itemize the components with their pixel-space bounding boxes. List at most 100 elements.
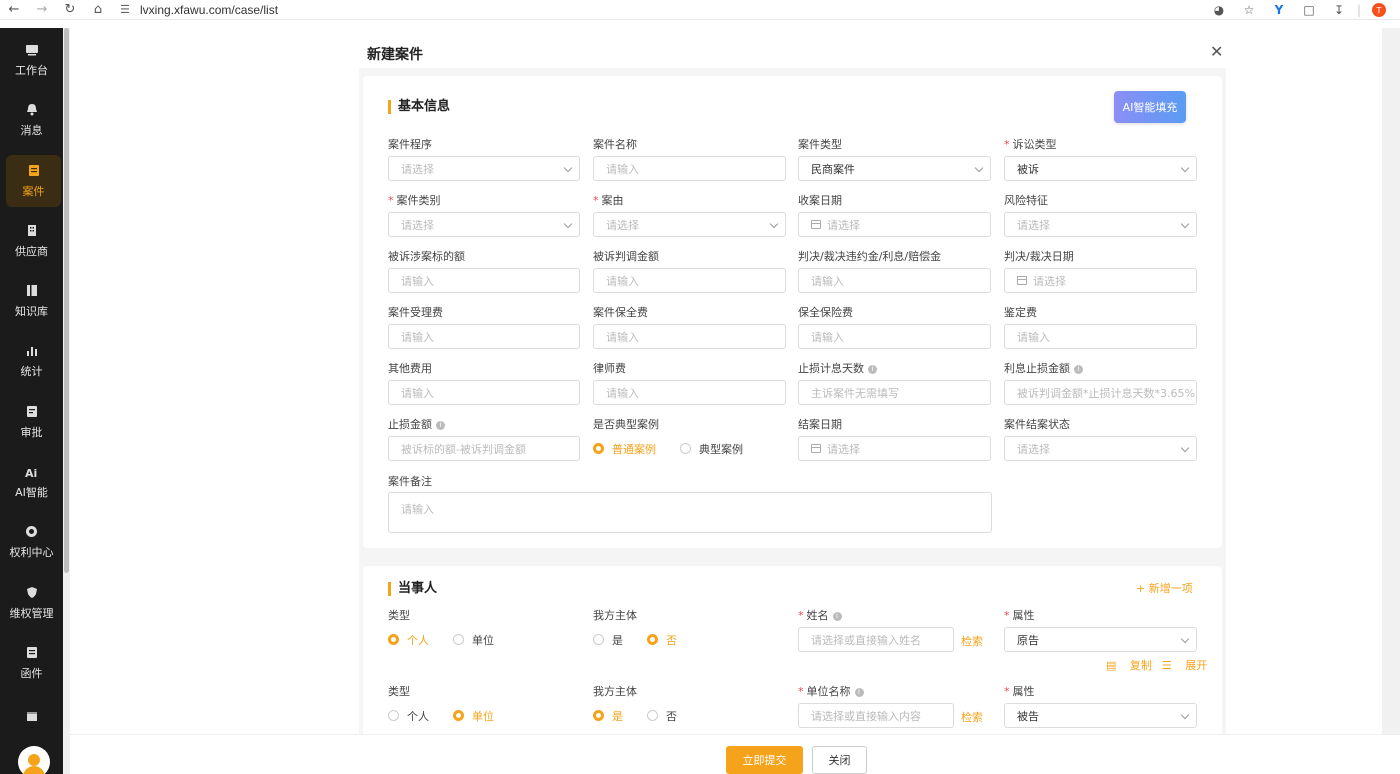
remark-textarea[interactable]: 请输入	[388, 492, 992, 533]
user-avatar[interactable]	[18, 746, 50, 774]
date-picker[interactable]: 请选择	[1004, 268, 1197, 293]
radio-option[interactable]: 普通案例	[593, 441, 656, 457]
home-icon[interactable]: ⌂	[84, 0, 112, 20]
radio-option[interactable]: 否	[647, 708, 677, 724]
chevron-down-icon	[563, 163, 573, 173]
chevron-down-icon	[1180, 219, 1190, 229]
text-input[interactable]: 请输入	[593, 380, 786, 405]
basic-info-title: 基本信息	[388, 100, 450, 114]
info-icon[interactable]: i	[832, 611, 842, 621]
info-icon[interactable]: i	[1074, 364, 1083, 374]
field-label: 案件程序	[388, 138, 432, 151]
submit-button[interactable]: 立即提交	[726, 746, 803, 774]
radio-option[interactable]: 是	[593, 708, 623, 724]
sidebar-item-0[interactable]: 工作台	[0, 34, 63, 86]
our-side-radio-group: 是否	[593, 627, 701, 652]
back-icon[interactable]: ←	[0, 0, 28, 20]
parties-card: 当事人 + 新增一项 类型 个人 单位 我方主体是否 * 姓名 i 请选择或直接输入姓名 检索 *…	[363, 566, 1222, 736]
text-input[interactable]: 请输入	[388, 324, 580, 349]
sidebar-item-partial[interactable]	[0, 697, 63, 737]
info-icon[interactable]: i	[854, 687, 864, 697]
select-field[interactable]: 被诉	[1004, 156, 1197, 181]
sidebar-item-7[interactable]: Ai AI智能	[0, 456, 63, 508]
url-text: lvxing.xfawu.com/case/list	[140, 2, 279, 17]
party-name-input[interactable]: 请选择或直接输入姓名	[798, 627, 954, 652]
date-picker[interactable]: 请选择	[798, 212, 991, 237]
select-field[interactable]: 请选择	[593, 212, 786, 237]
select-field[interactable]: 请选择	[1004, 436, 1197, 461]
profile-avatar[interactable]: T	[1372, 3, 1386, 17]
text-input[interactable]: 请输入	[593, 324, 786, 349]
radio-circle-icon	[453, 710, 464, 721]
expand-party-button[interactable]: ☰ 展开	[1162, 657, 1207, 673]
sidebar-item-6[interactable]: 审批	[0, 396, 63, 448]
radio-option[interactable]: 否	[647, 632, 677, 648]
sidebar-scrollbar[interactable]	[63, 28, 70, 774]
text-input[interactable]: 请输入	[593, 156, 786, 181]
calendar-icon	[1017, 276, 1027, 285]
text-input[interactable]: 请输入	[388, 380, 580, 405]
select-field[interactable]: 请选择	[1004, 212, 1197, 237]
text-input[interactable]: 请输入	[388, 268, 580, 293]
parties-title: 当事人	[388, 582, 437, 596]
sidebar-item-3[interactable]: 供应商	[0, 215, 63, 267]
sidebar-item-4[interactable]: 知识库	[0, 275, 63, 327]
sidebar-item-2[interactable]: 案件	[6, 155, 61, 207]
close-button[interactable]: 关闭	[812, 746, 867, 774]
radio-option[interactable]: 个人	[388, 708, 429, 724]
site-settings-icon[interactable]: ☰	[120, 3, 134, 16]
info-icon[interactable]: i	[868, 364, 877, 374]
close-icon[interactable]: ✕	[1210, 42, 1223, 61]
sidebar-item-label: 知识库	[15, 304, 48, 318]
performance-icon[interactable]: ◕	[1204, 3, 1234, 17]
bookmark-star-icon[interactable]: ☆	[1234, 3, 1264, 17]
ai-fill-button[interactable]: AI智能填充	[1114, 91, 1186, 123]
add-party-button[interactable]: + 新增一项	[1136, 580, 1193, 596]
text-input[interactable]: 请输入	[593, 268, 786, 293]
address-bar[interactable]: ☰ lvxing.xfawu.com/case/list	[120, 1, 278, 19]
party-name-input[interactable]: 请选择或直接输入内容	[798, 703, 954, 728]
text-input[interactable]: 请输入	[1004, 324, 1197, 349]
radio-option[interactable]: 单位	[453, 708, 494, 724]
field-label: 止损金额 i	[388, 416, 445, 432]
field-label: 收案日期	[798, 194, 842, 207]
sidebar-item-5[interactable]: 统计	[0, 335, 63, 387]
radio-option[interactable]: 典型案例	[680, 441, 743, 457]
sidebar-item-1[interactable]: 消息	[0, 94, 63, 146]
search-party-button[interactable]: 检索	[961, 709, 983, 725]
text-input[interactable]: 请输入	[798, 324, 991, 349]
text-input[interactable]: 主诉案件无需填写	[798, 380, 991, 405]
reload-icon[interactable]: ↻	[56, 0, 84, 20]
text-input[interactable]: 请输入	[798, 268, 991, 293]
extension-y-icon[interactable]: Y	[1264, 3, 1294, 17]
search-party-button[interactable]: 检索	[961, 633, 983, 649]
date-picker[interactable]: 请选择	[798, 436, 991, 461]
extensions-puzzle-icon[interactable]: □	[1294, 3, 1324, 17]
ai-icon: Ai	[25, 465, 39, 479]
sidebar-item-9[interactable]: 维权管理	[0, 577, 63, 629]
forward-icon[interactable]: →	[28, 0, 56, 20]
page-scrollbar[interactable]	[1382, 28, 1400, 734]
radio-option[interactable]: 是	[593, 632, 623, 648]
party-attr-select[interactable]: 原告	[1004, 627, 1197, 652]
sidebar-scrollbar-thumb[interactable]	[64, 28, 69, 573]
text-input[interactable]: 被诉标的额-被诉判调金额	[388, 436, 580, 461]
select-field[interactable]: 请选择	[388, 212, 580, 237]
select-field[interactable]: 民商案件	[798, 156, 991, 181]
radio-option[interactable]: 单位	[453, 632, 494, 648]
text-input[interactable]: 被诉判调金额*止损计息天数*3.65%	[1004, 380, 1197, 405]
info-icon[interactable]: i	[436, 420, 445, 430]
field-label: 案件结案状态	[1004, 418, 1070, 431]
chevron-down-icon	[1180, 443, 1190, 453]
party-attr-select[interactable]: 被告	[1004, 703, 1197, 728]
sidebar-item-10[interactable]: 函件	[0, 637, 63, 689]
sidebar-item-label: 函件	[20, 666, 43, 680]
radio-circle-icon	[647, 634, 658, 645]
download-icon[interactable]: ↧	[1324, 3, 1354, 17]
field-label: 案件受理费	[388, 306, 443, 319]
select-field[interactable]: 请选择	[388, 156, 580, 181]
copy-party-button[interactable]: ▤ 复制	[1106, 657, 1152, 673]
sidebar-item-8[interactable]: 权利中心	[0, 516, 63, 568]
field-label: 结案日期	[798, 418, 842, 431]
radio-option[interactable]: 个人	[388, 632, 429, 648]
